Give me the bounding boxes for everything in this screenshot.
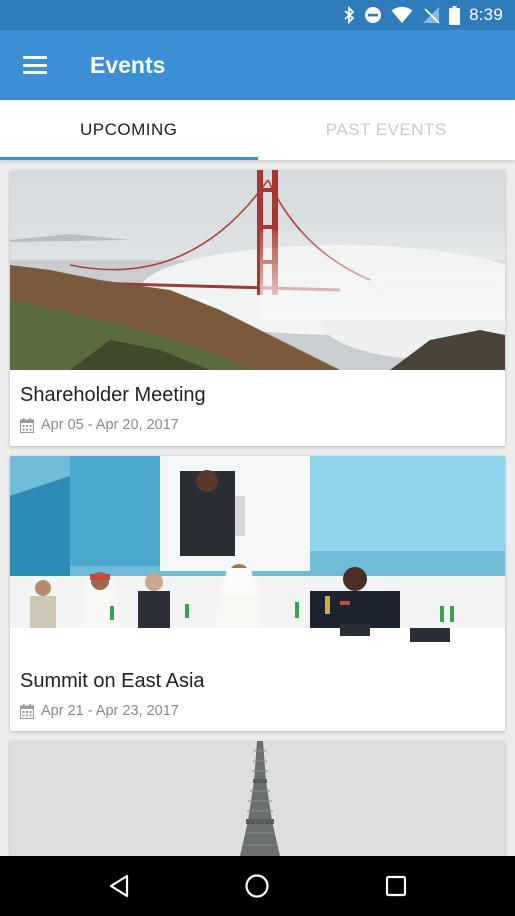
status-bar: 8:39 <box>0 0 515 30</box>
page-title: Events <box>90 51 166 78</box>
recents-icon <box>385 875 406 897</box>
event-date-range: Apr 21 - Apr 23, 2017 <box>41 703 179 719</box>
tab-past-events[interactable]: PAST EVENTS <box>258 100 515 160</box>
menu-button[interactable] <box>0 30 70 100</box>
status-time: 8:39 <box>469 5 503 24</box>
recents-button[interactable] <box>366 856 426 916</box>
home-icon <box>245 874 270 898</box>
event-date-range: Apr 05 - Apr 20, 2017 <box>41 417 179 433</box>
battery-icon <box>449 5 461 25</box>
event-card[interactable]: Summit on East Asia Apr 21 - Apr 23, 201… <box>10 456 505 731</box>
home-button[interactable] <box>227 856 287 916</box>
no-signal-icon <box>422 6 440 24</box>
wifi-icon <box>391 6 413 24</box>
event-title: Shareholder Meeting <box>20 384 206 406</box>
bluetooth-icon <box>343 6 355 24</box>
event-image-conference <box>10 456 505 656</box>
tab-bar: UPCOMING PAST EVENTS <box>0 100 515 160</box>
do-not-disturb-icon <box>364 6 382 24</box>
app-bar: Events <box>0 30 515 100</box>
hamburger-menu-icon <box>23 56 47 74</box>
event-image-golden-gate <box>10 170 505 370</box>
calendar-icon <box>20 703 34 719</box>
event-card[interactable]: Shareholder Meeting Apr 05 - Apr 20, 201… <box>10 170 505 446</box>
event-card[interactable] <box>10 741 505 856</box>
back-button[interactable] <box>89 856 149 916</box>
event-dates: Apr 21 - Apr 23, 2017 <box>20 703 495 719</box>
system-nav-bar <box>0 856 515 916</box>
tab-upcoming[interactable]: UPCOMING <box>0 100 258 160</box>
event-image-eiffel-tower <box>10 741 505 856</box>
back-icon <box>110 874 129 898</box>
event-title: Summit on East Asia <box>20 670 205 692</box>
calendar-icon <box>20 417 34 433</box>
event-dates: Apr 05 - Apr 20, 2017 <box>20 417 495 433</box>
